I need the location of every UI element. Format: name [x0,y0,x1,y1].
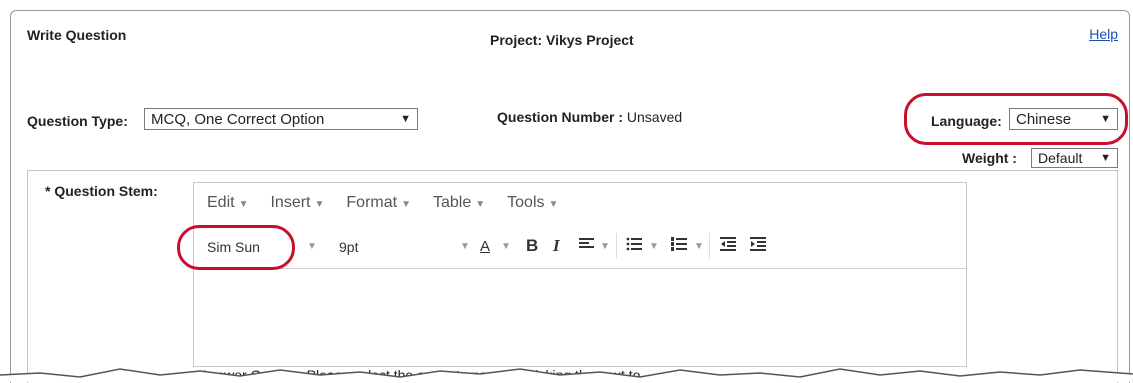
menu-table[interactable]: Table ▼ [433,194,485,212]
rich-text-editor: Edit ▼ Insert ▼ Format ▼ Table ▼ Tools ▼ Sim … [193,182,967,367]
chevron-down-icon[interactable]: ▼ [460,241,470,252]
toolbar-separator [709,233,710,259]
dropdown-arrow-icon: ▼ [1100,152,1111,164]
font-size-select[interactable]: 9pt [339,239,358,255]
weight-value: Default [1038,150,1083,166]
chevron-down-icon[interactable]: ▼ [600,241,610,252]
numbered-list-icon[interactable] [671,237,687,251]
chevron-down-icon[interactable]: ▼ [307,241,317,252]
language-label: Language: [931,113,1002,129]
chevron-down-icon: ▼ [475,199,486,210]
weight-select[interactable]: Default ▼ [1031,148,1118,168]
menu-tools[interactable]: Tools ▼ [507,194,558,212]
chevron-down-icon[interactable]: ▼ [501,241,511,252]
menu-format[interactable]: Format ▼ [346,194,411,212]
menu-edit-label: Edit [207,194,235,211]
question-number-label: Question Number : [497,109,624,125]
font-family-select[interactable]: Sim Sun [207,239,260,255]
menu-insert[interactable]: Insert ▼ [270,194,324,212]
editor-content-area[interactable] [194,269,966,365]
question-type-select[interactable]: MCQ, One Correct Option ▼ [144,108,418,130]
editor-toolbar: Sim Sun ▼ 9pt ▼ A ▼ B I ▼ ▼ ▼ [194,223,966,269]
menu-edit[interactable]: Edit ▼ [207,194,248,212]
question-stem-label: * Question Stem: [45,183,158,199]
italic-button[interactable]: I [553,236,560,256]
project-name: Project: Vikys Project [490,32,634,48]
question-type-value: MCQ, One Correct Option [151,110,325,128]
torn-edge [0,368,1133,382]
dropdown-arrow-icon: ▼ [1100,113,1111,125]
language-select[interactable]: Chinese ▼ [1009,108,1118,130]
question-number-value: Unsaved [623,109,683,125]
menu-tools-label: Tools [507,194,545,211]
chevron-down-icon[interactable]: ▼ [694,241,704,252]
menu-format-label: Format [346,194,398,211]
language-value: Chinese [1016,110,1072,128]
question-number: Question Number : Unsaved [497,109,682,125]
chevron-down-icon: ▼ [548,199,559,210]
weight-label: Weight : [962,150,1017,166]
editor-menubar: Edit ▼ Insert ▼ Format ▼ Table ▼ Tools ▼ [194,183,966,223]
chevron-down-icon[interactable]: ▼ [649,241,659,252]
menu-insert-label: Insert [270,194,311,211]
chevron-down-icon: ▼ [238,199,249,210]
outdent-icon[interactable] [720,237,736,251]
question-type-label: Question Type: [27,113,128,129]
panel-title: Write Question [27,27,127,43]
dropdown-arrow-icon: ▼ [400,113,411,125]
bullet-list-icon[interactable] [626,237,642,251]
menu-table-label: Table [432,194,472,211]
help-link[interactable]: Help [1089,26,1118,42]
align-left-icon[interactable] [579,237,595,251]
toolbar-separator [616,233,617,259]
indent-icon[interactable] [750,237,766,251]
chevron-down-icon: ▼ [314,199,325,210]
text-color-button[interactable]: A [480,238,490,255]
chevron-down-icon: ▼ [401,199,411,210]
bold-button[interactable]: B [526,236,538,256]
